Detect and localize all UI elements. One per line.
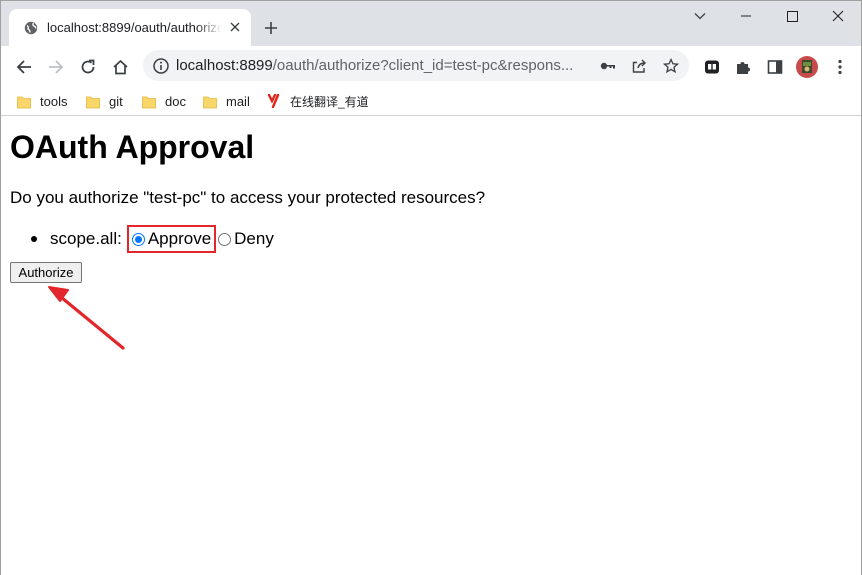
page-content: OAuth Approval Do you authorize "test-pc… — [1, 117, 861, 575]
bookmarks-bar: tools git doc mail 在线翻译_有道 — [1, 86, 861, 116]
bookmark-label: 在线翻译_有道 — [290, 94, 369, 109]
reload-icon[interactable] — [75, 54, 101, 80]
new-tab-icon[interactable] — [261, 18, 281, 38]
bookmark-youdao[interactable]: 在线翻译_有道 — [267, 90, 369, 112]
close-tab-icon[interactable] — [227, 19, 243, 35]
folder-icon — [142, 95, 156, 109]
home-icon[interactable] — [107, 54, 133, 80]
tab-title: localhost:8899/oauth/authorize?client_id… — [47, 20, 222, 35]
forward-icon[interactable] — [43, 54, 69, 80]
browser-window: localhost:8899/oauth/authorize?client_id… — [0, 0, 862, 575]
key-icon[interactable] — [598, 56, 618, 76]
url-host: localhost:8899 — [176, 57, 273, 74]
minimize-icon[interactable] — [723, 1, 769, 31]
tab-search-icon[interactable] — [677, 1, 723, 31]
share-icon[interactable] — [629, 56, 649, 76]
deny-label[interactable]: Deny — [234, 229, 274, 249]
annotation-arrow — [48, 286, 125, 350]
bookmark-git[interactable]: git — [86, 90, 123, 112]
active-tab[interactable]: localhost:8899/oauth/authorize?client_id… — [9, 9, 251, 46]
tab-strip: localhost:8899/oauth/authorize?client_id… — [1, 1, 861, 46]
star-icon[interactable] — [661, 56, 681, 76]
folder-icon — [86, 95, 100, 109]
bookmark-label: mail — [226, 93, 250, 109]
extension-app-icon[interactable] — [699, 54, 725, 80]
youdao-icon — [267, 93, 281, 109]
menu-kebab-icon[interactable] — [827, 54, 853, 80]
side-panel-icon[interactable] — [762, 54, 788, 80]
bookmark-doc[interactable]: doc — [142, 90, 186, 112]
approve-label[interactable]: Approve — [148, 229, 211, 249]
close-window-icon[interactable] — [815, 1, 861, 31]
url-path: /oauth/authorize?client_id=test-pc&respo… — [272, 57, 574, 74]
bookmark-mail[interactable]: mail — [203, 90, 250, 112]
bookmark-label: git — [109, 93, 123, 109]
url-text: localhost:8899/oauth/authorize?client_id… — [176, 57, 594, 74]
globe-icon — [23, 20, 39, 36]
extensions-puzzle-icon[interactable] — [730, 54, 756, 80]
info-icon[interactable] — [152, 57, 170, 75]
bookmark-label: doc — [165, 93, 186, 109]
back-icon[interactable] — [11, 54, 37, 80]
maximize-icon[interactable] — [769, 1, 815, 31]
deny-radio[interactable] — [218, 232, 232, 246]
bookmark-tools[interactable]: tools — [17, 90, 67, 112]
folder-icon — [17, 95, 31, 109]
address-bar[interactable]: localhost:8899/oauth/authorize?client_id… — [143, 50, 689, 81]
bookmark-label: tools — [40, 93, 68, 109]
browser-toolbar: localhost:8899/oauth/authorize?client_id… — [1, 46, 861, 86]
folder-icon — [203, 95, 217, 109]
avatar[interactable] — [794, 54, 820, 80]
